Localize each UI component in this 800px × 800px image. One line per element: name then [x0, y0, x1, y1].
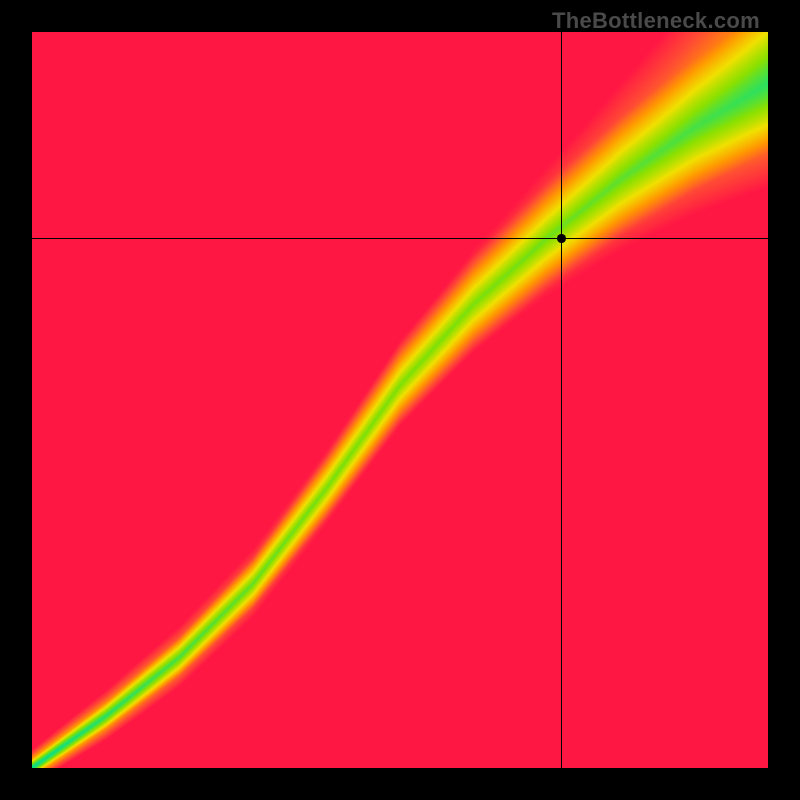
watermark-text: TheBottleneck.com	[552, 8, 760, 34]
heatmap-canvas	[32, 32, 768, 768]
chart-frame: TheBottleneck.com	[0, 0, 800, 800]
plot-area	[32, 32, 768, 768]
